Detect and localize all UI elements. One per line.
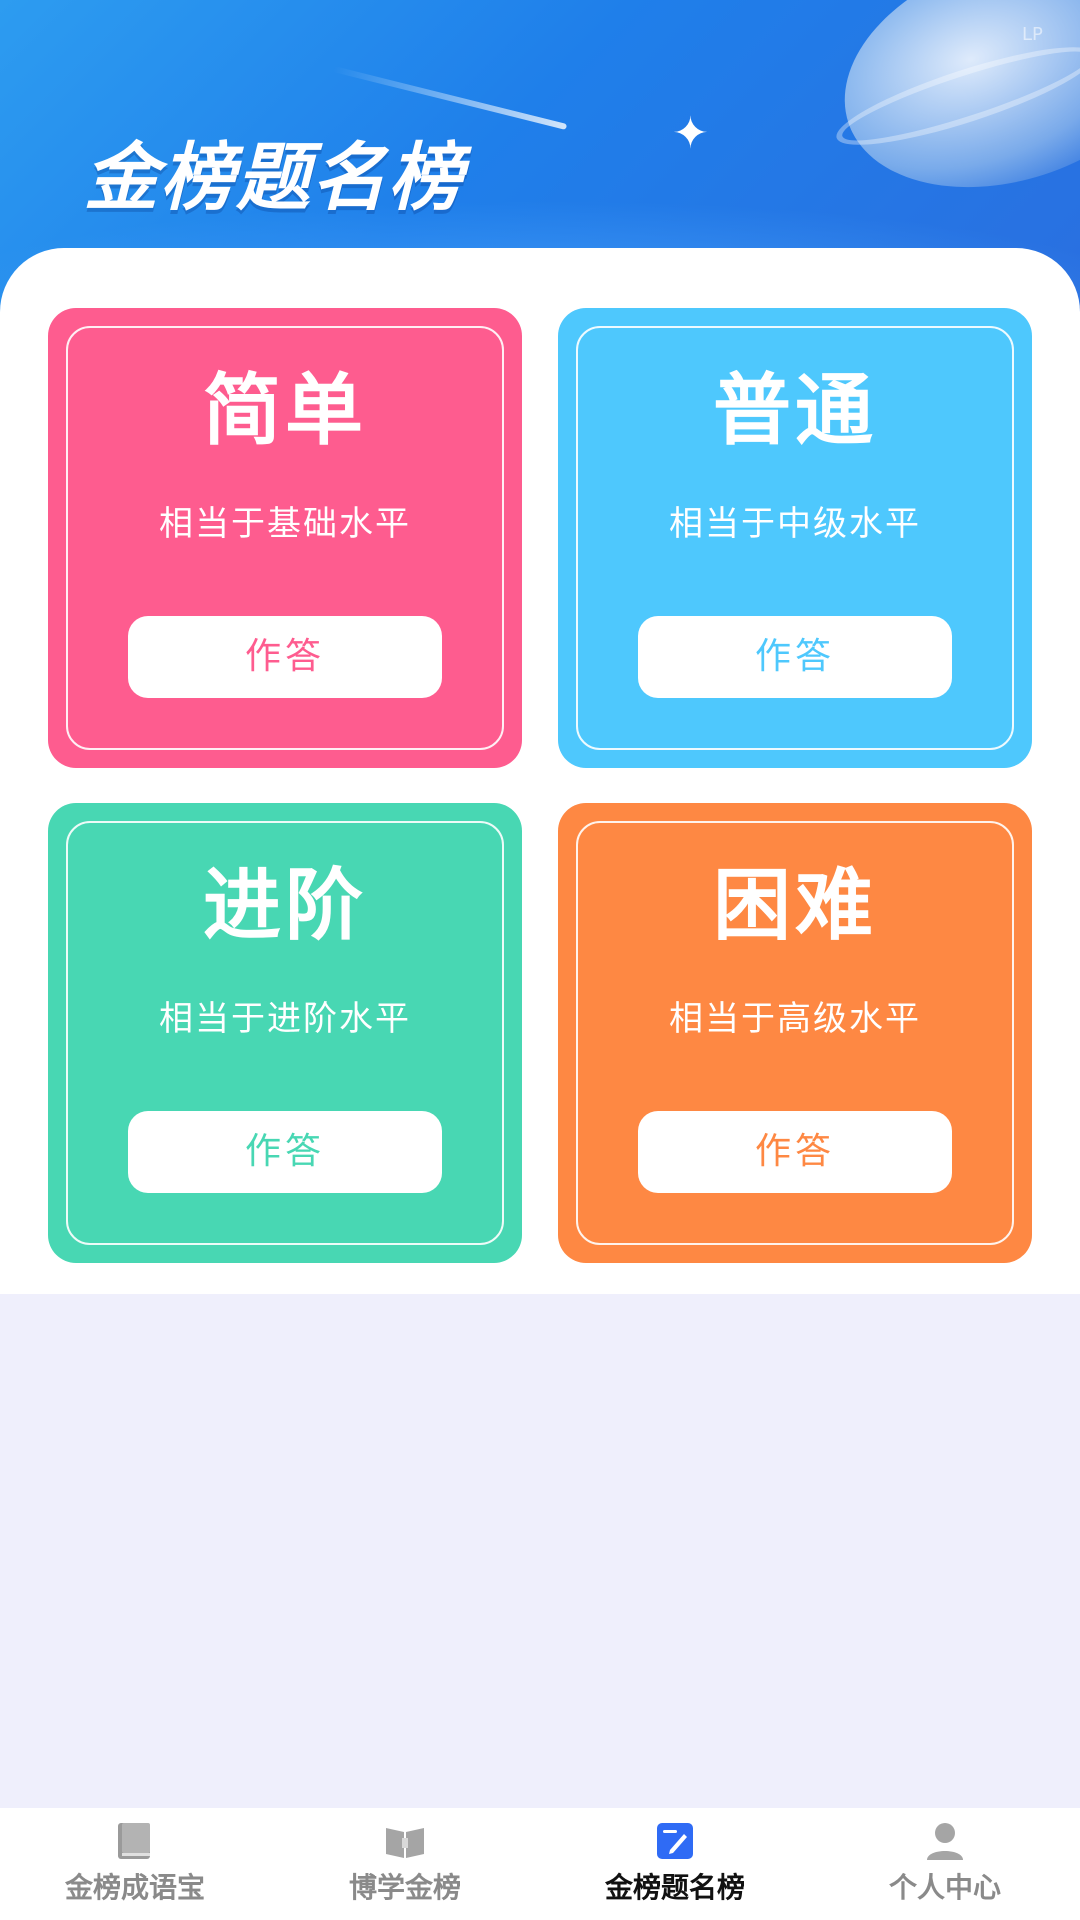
level-description: 相当于基础水平 [159, 504, 411, 544]
level-description: 相当于进阶水平 [159, 999, 411, 1039]
level-card-advanced: 进阶 相当于进阶水平 作答 [48, 803, 522, 1263]
person-icon [927, 1823, 963, 1860]
level-description: 相当于中级水平 [669, 504, 921, 544]
tab-exam-list[interactable]: 金榜题名榜 [540, 1808, 810, 1920]
level-title: 简单 [202, 366, 367, 456]
tab-personal-center[interactable]: 个人中心 [810, 1808, 1080, 1920]
edit-icon [657, 1823, 693, 1859]
level-card-hard: 困难 相当于高级水平 作答 [558, 803, 1032, 1263]
corner-mark: LP [1022, 24, 1043, 45]
bottom-tab-bar: 金榜成语宝 博学金榜 金榜题名榜 个人中心 [0, 1808, 1080, 1920]
page-title: 金榜题名榜 [84, 135, 464, 221]
level-title: 进阶 [202, 861, 367, 951]
open-book-icon [386, 1828, 424, 1858]
tab-label: 金榜成语宝 [64, 1871, 205, 1904]
tab-label: 个人中心 [888, 1871, 1001, 1904]
level-title: 普通 [712, 366, 877, 456]
level-card-normal: 普通 相当于中级水平 作答 [558, 308, 1032, 768]
sparkle-icon: ✦ [672, 108, 709, 159]
tab-erudite-list[interactable]: 博学金榜 [270, 1808, 540, 1920]
tab-idiom-treasure[interactable]: 金榜成语宝 [0, 1808, 270, 1920]
tab-label: 金榜题名榜 [604, 1871, 745, 1904]
level-title: 困难 [712, 861, 877, 951]
answer-button-easy[interactable]: 作答 [128, 616, 442, 698]
answer-button-normal[interactable]: 作答 [638, 616, 952, 698]
book-icon [118, 1823, 150, 1859]
level-card-easy: 简单 相当于基础水平 作答 [48, 308, 522, 768]
level-description: 相当于高级水平 [669, 999, 921, 1039]
answer-button-advanced[interactable]: 作答 [128, 1111, 442, 1193]
tab-label: 博学金榜 [348, 1871, 461, 1904]
answer-button-hard[interactable]: 作答 [638, 1111, 952, 1193]
